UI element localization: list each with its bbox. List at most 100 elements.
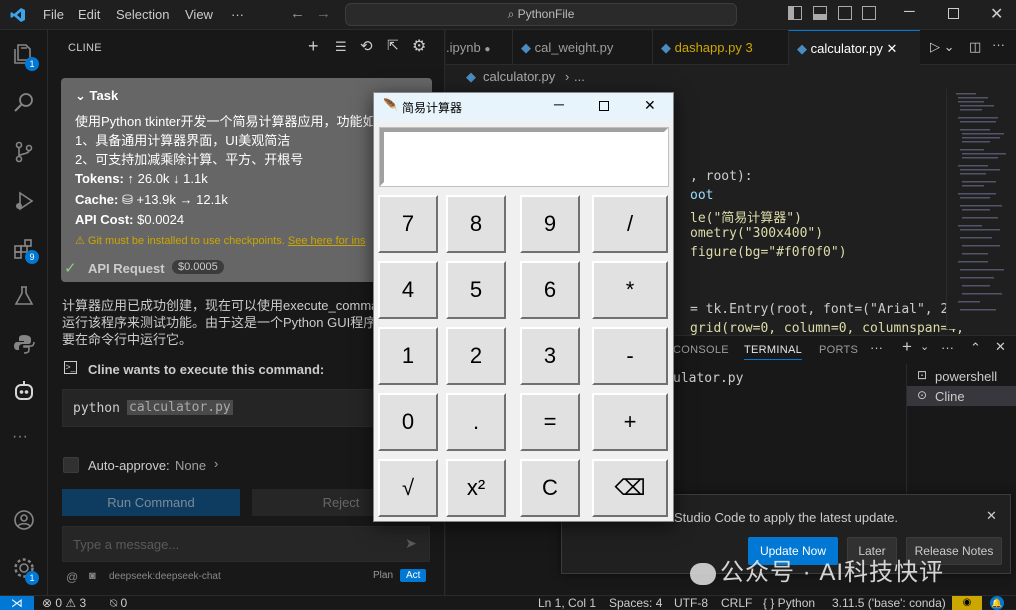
calc-key-r4c3[interactable]: = [520, 393, 580, 451]
breadcrumb-file[interactable]: calculator.py [483, 69, 555, 84]
command-center-search[interactable]: ⌕ PythonFile [345, 3, 737, 26]
tab-calculator[interactable]: ◆ calculator.py ✕ [788, 30, 920, 65]
terminal-dropdown-icon[interactable]: ⌄ [920, 340, 929, 353]
close-window-icon[interactable]: ✕ [990, 4, 1003, 24]
calc-key-r1c4[interactable]: / [592, 195, 668, 253]
menu-file[interactable]: File [43, 7, 64, 22]
panel-more-actions-icon[interactable]: ··· [941, 340, 954, 355]
menu-view[interactable]: View [185, 7, 213, 22]
calc-key-r4c1[interactable]: 0 [378, 393, 438, 451]
close-panel-icon[interactable]: ✕ [995, 339, 1006, 355]
run-python-icon[interactable]: ▷ ⌄ [930, 39, 955, 55]
testing-flask-icon[interactable] [12, 284, 36, 308]
toggle-secondary-sidebar-icon[interactable] [838, 6, 852, 20]
toggle-panel-icon[interactable] [813, 6, 827, 20]
toggle-sidebar-icon[interactable] [788, 6, 802, 20]
api-request-label[interactable]: API Request [88, 261, 165, 276]
maximize-window-icon[interactable] [948, 8, 959, 19]
tab-terminal[interactable]: TERMINAL [744, 344, 803, 360]
auto-approve-checkbox[interactable] [63, 457, 79, 473]
problems-indicator[interactable]: ⊗ 0 ⚠ 3 [42, 596, 86, 610]
calc-key-r4c2[interactable]: . [446, 393, 506, 451]
calc-key-r1c1[interactable]: 7 [378, 195, 438, 253]
calc-key-r5c2[interactable]: x² [446, 459, 506, 517]
send-icon[interactable]: ➤ [405, 535, 417, 552]
run-debug-icon[interactable] [12, 189, 36, 213]
mention-at-icon[interactable]: @ [66, 570, 78, 584]
popout-icon[interactable]: ⇱ [387, 37, 399, 54]
tab-ports[interactable]: PORTS [819, 344, 858, 356]
calc-close-icon[interactable]: ✕ [644, 97, 656, 114]
model-selector[interactable]: deepseek:deepseek-chat [109, 571, 221, 582]
ports-indicator[interactable]: ⍉ 0 [110, 596, 127, 610]
forward-arrow-icon[interactable]: → [316, 5, 331, 22]
account-icon[interactable] [12, 508, 36, 532]
calc-key-r1c2[interactable]: 8 [446, 195, 506, 253]
panel-more-icon[interactable]: ··· [870, 340, 883, 355]
minimize-window-icon[interactable]: ─ [904, 3, 915, 20]
calc-key-r2c2[interactable]: 5 [446, 261, 506, 319]
calc-key-r3c2[interactable]: 2 [446, 327, 506, 385]
calc-key-r1c3[interactable]: 9 [520, 195, 580, 253]
task-header[interactable]: ⌄ Task [75, 88, 118, 104]
calc-key-r2c1[interactable]: 4 [378, 261, 438, 319]
calc-key-r3c3[interactable]: 3 [520, 327, 580, 385]
terminal-item-cline[interactable]: ⊙ Cline [907, 386, 1016, 406]
tab-dashapp[interactable]: ◆ dashapp.py 3 [652, 30, 788, 65]
calc-maximize-icon[interactable] [599, 101, 609, 111]
cursor-position[interactable]: Ln 1, Col 1 [538, 596, 596, 610]
tab-console[interactable]: CONSOLE [673, 344, 729, 356]
remote-indicator-icon[interactable]: ⋊ [0, 596, 34, 610]
cline-robot-icon[interactable] [12, 379, 36, 403]
git-warning-link[interactable]: See here for ins [288, 235, 366, 247]
menu-edit[interactable]: Edit [78, 7, 100, 22]
breadcrumb-rest[interactable]: ... [574, 69, 585, 84]
terminal-item-powershell[interactable]: ⊡ powershell [907, 366, 1016, 386]
tab-cal-weight[interactable]: ◆ cal_weight.py [512, 30, 652, 65]
cline-settings-gear-icon[interactable]: ⚙ [412, 36, 426, 56]
run-command-button[interactable]: Run Command [62, 489, 240, 516]
calculator-titlebar[interactable]: 🪶 简易计算器 ─ ✕ [374, 93, 673, 121]
camera-icon[interactable]: ◙ [89, 570, 96, 582]
editor-more-icon[interactable]: ··· [992, 37, 1005, 52]
minimap[interactable] [946, 89, 1016, 329]
language-mode[interactable]: { } Python [763, 596, 815, 610]
maximize-panel-icon[interactable]: ⌃ [970, 340, 981, 356]
split-editor-icon[interactable]: ◫ [969, 39, 981, 55]
line-ending[interactable]: CRLF [721, 596, 752, 610]
new-task-plus-icon[interactable]: + [308, 36, 319, 57]
close-notification-icon[interactable]: ✕ [986, 508, 997, 524]
history-icon[interactable]: ⟲ [360, 37, 373, 55]
calc-key-r3c1[interactable]: 1 [378, 327, 438, 385]
source-control-icon[interactable] [12, 140, 36, 164]
calc-key-r5c4[interactable]: ⌫ [592, 459, 668, 517]
copilot-icon[interactable]: ◉ [952, 596, 982, 610]
encoding[interactable]: UTF-8 [674, 596, 708, 610]
customize-layout-icon[interactable] [862, 6, 876, 20]
auto-approve-value[interactable]: None [175, 458, 206, 473]
calc-key-r4c4[interactable]: + [592, 393, 668, 451]
notifications-bell-icon[interactable]: 🔔 [990, 596, 1004, 610]
act-toggle[interactable]: Act [400, 569, 427, 582]
calc-key-r3c4[interactable]: - [592, 327, 668, 385]
message-input[interactable]: Type a message... ➤ [62, 526, 430, 562]
calculator-display[interactable] [379, 127, 669, 187]
back-arrow-icon[interactable]: ← [290, 5, 305, 22]
indentation[interactable]: Spaces: 4 [609, 596, 662, 610]
calc-key-r2c3[interactable]: 6 [520, 261, 580, 319]
menu-more[interactable]: ··· [231, 7, 244, 22]
menu-selection[interactable]: Selection [116, 7, 169, 22]
tab-ipynb[interactable]: .ipynb ● [446, 30, 512, 65]
close-tab-icon[interactable]: ✕ [887, 41, 898, 56]
search-icon[interactable] [12, 91, 36, 115]
plan-toggle[interactable]: Plan [368, 569, 398, 582]
chevron-right-icon[interactable]: › [214, 456, 218, 471]
mcp-servers-icon[interactable]: ☰ [335, 39, 347, 55]
calc-key-r5c1[interactable]: √ [378, 459, 438, 517]
calc-minimize-icon[interactable]: ─ [554, 96, 564, 112]
python-icon[interactable] [12, 332, 36, 356]
calc-key-r5c3[interactable]: C [520, 459, 580, 517]
new-terminal-plus-icon[interactable]: + [902, 337, 912, 357]
more-views-icon[interactable]: ··· [12, 428, 28, 446]
calc-key-r2c4[interactable]: * [592, 261, 668, 319]
